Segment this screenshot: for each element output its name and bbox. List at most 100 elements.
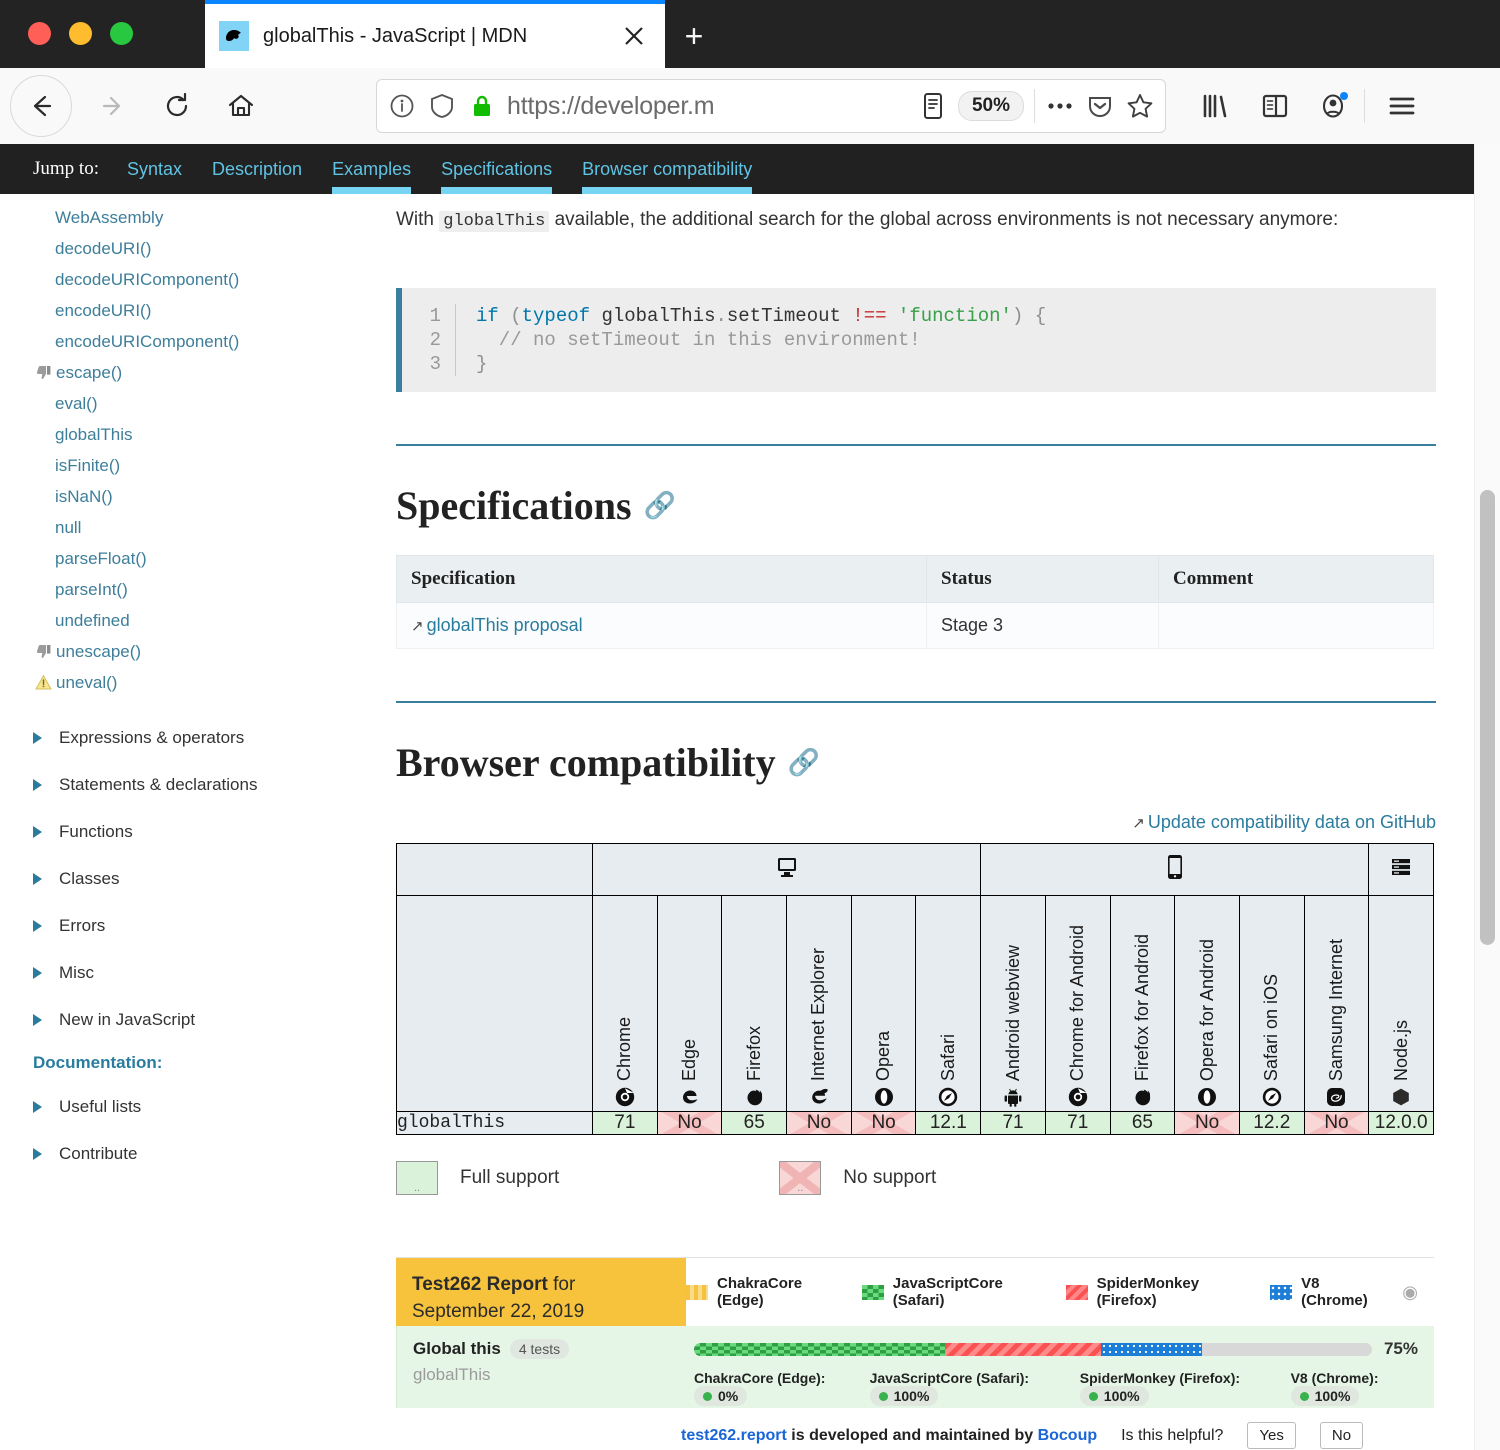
sidebar-item-parseint[interactable]: parseInt() [0, 574, 390, 605]
mdn-dino-icon [219, 21, 249, 51]
sidebar-item-decodeuricomponent[interactable]: decodeURIComponent() [0, 264, 390, 295]
support-cell-samsung-internet[interactable]: No [1303, 1111, 1370, 1135]
sidebar-group-contribute[interactable]: Contribute [0, 1130, 390, 1177]
address-bar[interactable]: https://developer.m 50% [376, 79, 1166, 133]
sidebar-group-new-in-javascript[interactable]: New in JavaScript [0, 996, 390, 1043]
sidebar-group-classes[interactable]: Classes [0, 855, 390, 902]
sidebar-item-isfinite[interactable]: isFinite() [0, 450, 390, 481]
sidebar-item-escape[interactable]: escape() [0, 357, 390, 388]
chevron-right-icon [33, 1147, 42, 1160]
window-minimize-button[interactable] [69, 22, 92, 45]
link-anchor-icon[interactable]: 🔗 [644, 491, 676, 521]
sidebar-group-expressions-operators[interactable]: Expressions & operators [0, 714, 390, 761]
code-line: } [476, 353, 488, 375]
sidebar-documentation-heading: Documentation: [33, 1053, 163, 1072]
jump-link-specifications[interactable]: Specifications [441, 144, 553, 194]
sidebar-item-uneval[interactable]: uneval() [0, 667, 390, 698]
info-circle-icon[interactable] [387, 91, 417, 121]
sidebar-item-decodeuri[interactable]: decodeURI() [0, 233, 390, 264]
shield-icon[interactable] [427, 91, 457, 121]
pocket-icon[interactable] [1085, 91, 1115, 121]
support-cell-chrome-for-android[interactable]: 71 [1044, 1111, 1111, 1135]
sidebar-item-parsefloat[interactable]: parseFloat() [0, 543, 390, 574]
account-icon[interactable] [1312, 83, 1358, 129]
sidebar-group-functions[interactable]: Functions [0, 808, 390, 855]
support-cell-android-webview[interactable]: 71 [980, 1111, 1046, 1135]
url-text[interactable]: https://developer.m [507, 92, 908, 121]
window-zoom-button[interactable] [110, 22, 133, 45]
legend-item-v8: V8 (Chrome) [1270, 1275, 1382, 1309]
sidebar-group-statements-declarations[interactable]: Statements & declarations [0, 761, 390, 808]
sidebar-item-globalthis[interactable]: globalThis [0, 419, 390, 450]
sidebar-item-null[interactable]: null [0, 512, 390, 543]
sidebar-group-errors[interactable]: Errors [0, 902, 390, 949]
sidebar-item-webassembly[interactable]: WebAssembly [0, 202, 390, 233]
sidebar-item-label: isFinite() [55, 455, 121, 475]
legend-item-javascriptcore: JavaScriptCore (Safari) [861, 1275, 1046, 1309]
support-cell-edge[interactable]: No [656, 1111, 723, 1135]
support-cell-chrome[interactable]: 71 [592, 1111, 658, 1135]
support-cell-opera-for-android[interactable]: No [1174, 1111, 1240, 1135]
support-value: No [677, 1112, 702, 1134]
browser-tab[interactable]: globalThis - JavaScript | MDN [205, 0, 665, 68]
browser-compatibility-table: Chrome Edge Firefox Internet Explorer Op… [396, 843, 1435, 1135]
jump-link-examples[interactable]: Examples [332, 144, 412, 194]
status-dot-icon [1299, 1391, 1309, 1401]
support-cell-opera[interactable]: No [850, 1111, 917, 1135]
reader-view-icon[interactable] [918, 91, 948, 121]
jump-link-syntax[interactable]: Syntax [127, 144, 182, 194]
test262-credit: test262.report is developed and maintain… [681, 1427, 1097, 1445]
eye-icon[interactable]: ◉ [1402, 1282, 1418, 1303]
new-tab-button[interactable]: + [672, 14, 716, 58]
feature-corner-cell [396, 895, 593, 1112]
support-cell-firefox[interactable]: 65 [721, 1111, 788, 1135]
bocoup-link[interactable]: Bocoup [1038, 1427, 1098, 1444]
spec-link[interactable]: globalThis proposal [427, 615, 583, 635]
reload-icon[interactable] [154, 83, 200, 129]
jump-link-browser-compatibility[interactable]: Browser compatibility [582, 144, 753, 194]
close-icon[interactable] [617, 19, 651, 53]
sidebar-item-encodeuricomponent[interactable]: encodeURIComponent() [0, 326, 390, 357]
chevron-right-icon [33, 872, 42, 885]
update-compat-data-link[interactable]: ↗︎ Update compatibility data on GitHub [396, 812, 1436, 833]
sidebars-icon[interactable] [1252, 83, 1298, 129]
support-cell-nodejs[interactable]: 12.0.0 [1368, 1111, 1435, 1135]
scrollbar-thumb[interactable] [1480, 490, 1495, 945]
padlock-icon[interactable] [467, 91, 497, 121]
link-anchor-icon[interactable]: 🔗 [788, 748, 820, 778]
test262-report-link[interactable]: test262.report [681, 1427, 787, 1444]
test262-feature-info: Global this 4 tests globalThis [396, 1326, 686, 1408]
sidebar-item-unescape[interactable]: unescape() [0, 636, 390, 667]
jump-link-description[interactable]: Description [212, 144, 302, 194]
sidebar-item-eval[interactable]: eval() [0, 388, 390, 419]
support-cell-safari[interactable]: 12.1 [915, 1111, 982, 1135]
helpful-yes-button[interactable]: Yes [1247, 1422, 1296, 1449]
sidebar-item-undefined[interactable]: undefined [0, 605, 390, 636]
javascriptcore-swatch-icon [861, 1284, 884, 1300]
sidebar-group-useful-lists[interactable]: Useful lists [0, 1083, 390, 1130]
corner-cell [396, 843, 593, 896]
star-icon[interactable] [1125, 91, 1155, 121]
sidebar-item-encodeuri[interactable]: encodeURI() [0, 295, 390, 326]
back-arrow-icon[interactable] [10, 75, 72, 137]
ellipsis-icon[interactable] [1045, 91, 1075, 121]
vertical-scrollbar[interactable] [1474, 144, 1500, 1450]
test262-total-percent: 75% [1383, 1339, 1418, 1358]
stat-spidermonkey: SpiderMonkey (Firefox): 100% [1079, 1370, 1265, 1406]
sidebar-group-misc[interactable]: Misc [0, 949, 390, 996]
window-close-button[interactable] [28, 22, 51, 45]
sidebar-item-label: isNaN() [55, 486, 113, 506]
hamburger-menu-icon[interactable] [1379, 83, 1425, 129]
stat-label: JavaScriptCore (Safari): [869, 1370, 1030, 1386]
library-icon[interactable] [1192, 83, 1238, 129]
home-icon[interactable] [218, 83, 264, 129]
support-cell-safari-on-ios[interactable]: 12.2 [1238, 1111, 1305, 1135]
sidebar-group-label: Expressions & operators [59, 727, 245, 747]
helpful-no-button[interactable]: No [1319, 1422, 1364, 1449]
support-cell-internet-explorer[interactable]: No [786, 1111, 852, 1135]
comment-cell [1158, 602, 1434, 649]
sidebar-item-isnan[interactable]: isNaN() [0, 481, 390, 512]
forward-arrow-icon[interactable] [90, 83, 136, 129]
zoom-level-indicator[interactable]: 50% [957, 91, 1024, 121]
support-cell-firefox-for-android[interactable]: 65 [1109, 1111, 1176, 1135]
